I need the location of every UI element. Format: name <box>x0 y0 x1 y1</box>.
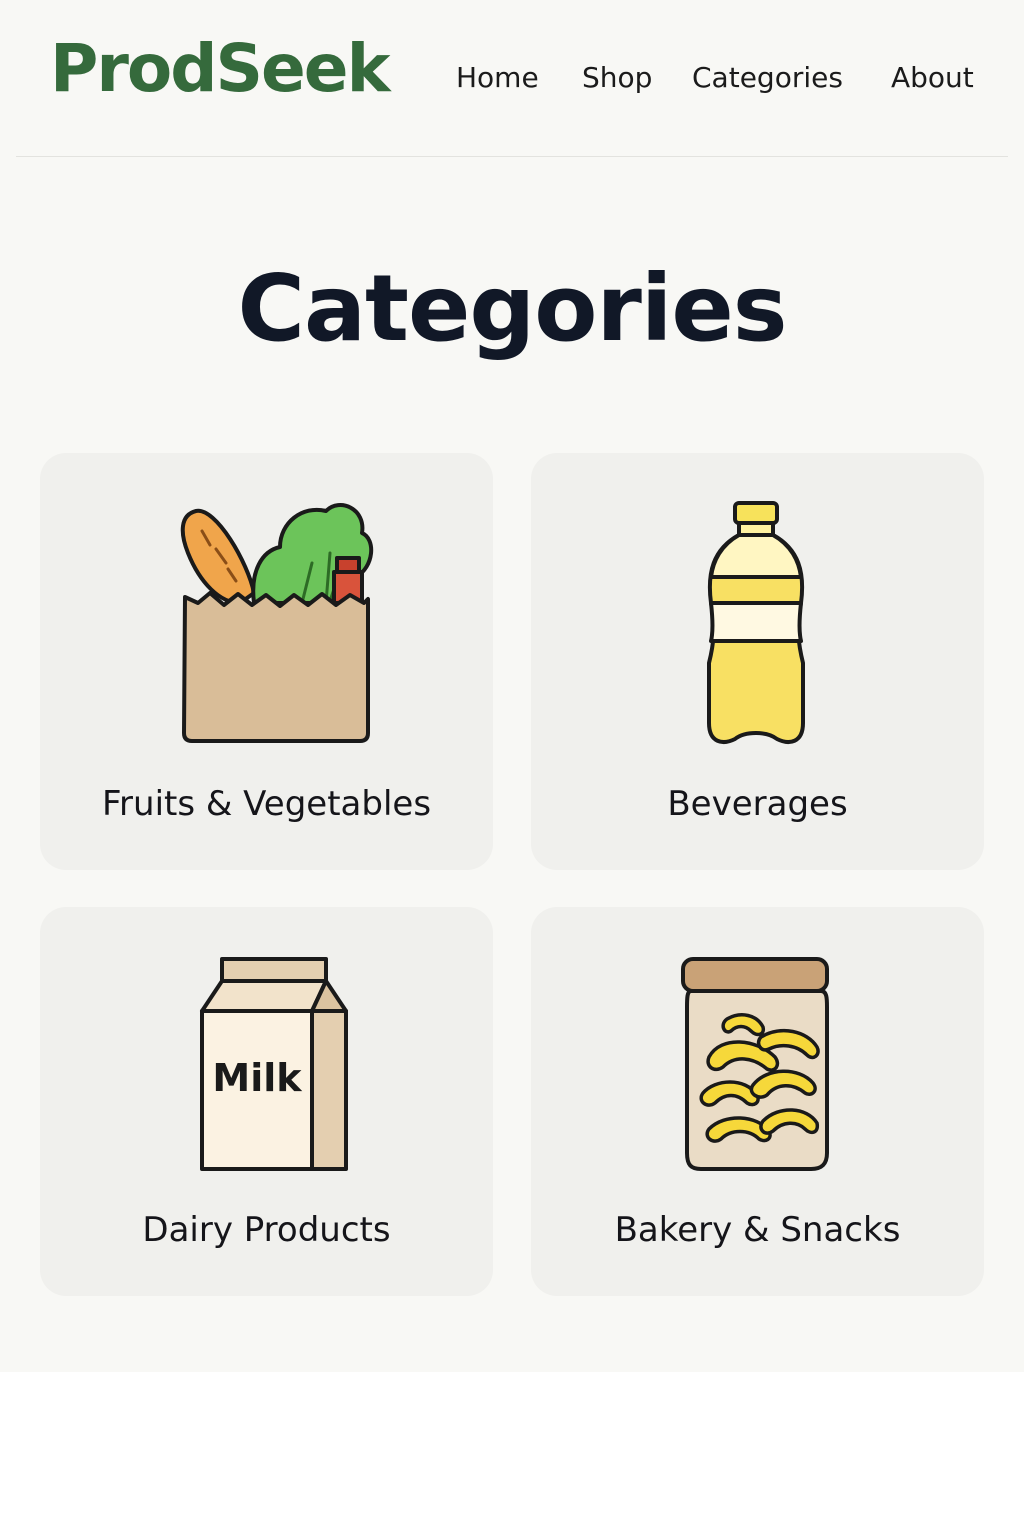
category-label: Fruits & Vegetables <box>101 784 432 824</box>
category-label: Dairy Products <box>142 1210 391 1250</box>
milk-carton-text: Milk <box>212 1056 302 1100</box>
category-label: Bakery & Snacks <box>614 1210 901 1250</box>
logo[interactable]: ProdSeek <box>50 36 390 102</box>
category-card-bakery-snacks[interactable]: Bakery & Snacks <box>531 907 984 1296</box>
page: ProdSeek Home Shop Categories About Cate… <box>0 0 1024 1372</box>
nav-home[interactable]: Home <box>456 64 539 92</box>
nav-about[interactable]: About <box>891 64 974 92</box>
page-bottom-blank <box>0 1372 1024 1536</box>
category-card-fruits-vegetables[interactable]: Fruits & Vegetables <box>40 453 493 870</box>
page-title: Categories <box>237 255 787 362</box>
category-card-dairy-products[interactable]: Milk Dairy Products <box>40 907 493 1296</box>
category-card-beverages[interactable]: Beverages <box>531 453 984 870</box>
nav-shop[interactable]: Shop <box>582 64 652 92</box>
category-label: Beverages <box>667 784 848 824</box>
nav-categories[interactable]: Categories <box>692 64 843 92</box>
site-header: ProdSeek Home Shop Categories About <box>0 0 1024 157</box>
header-divider <box>16 156 1008 157</box>
